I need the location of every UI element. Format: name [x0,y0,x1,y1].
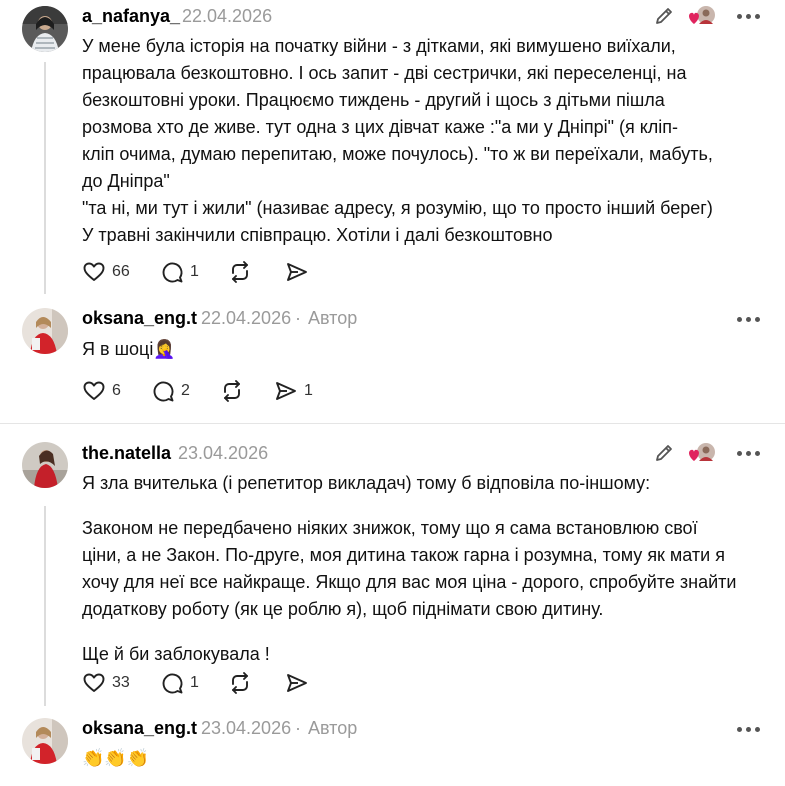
reply-count: 2 [181,382,190,399]
text-line: до Дніпра" [82,171,170,191]
repost-icon [232,261,248,283]
comment-text: Я зла вчителька (і репетитор викладач) т… [82,470,772,668]
comment-text: 👏👏👏 [82,745,772,772]
like-count: 66 [112,263,130,280]
share-count: 1 [304,382,313,399]
more-options-icon[interactable] [737,317,760,322]
reply-count: 1 [190,674,199,691]
text-line: працювала безкоштовно. І ось запит - дві… [82,63,687,83]
edit-pencil-icon[interactable] [653,442,675,469]
author-badge: Автор [308,308,358,328]
post-date[interactable]: 23.04.2026 [178,443,268,464]
text-line: кліп очима, думаю перепитаю, може почуло… [82,144,713,164]
text-line: Я зла вчителька (і репетитор викладач) т… [82,473,651,493]
repost-icon [224,380,240,402]
like-button[interactable]: 33 [82,671,130,695]
repost-icon [232,672,248,694]
reply-count: 1 [190,263,199,280]
liked-by-author-icon [687,5,717,32]
text-line: Законом не передбачено ніяких знижок, то… [82,518,698,538]
repost-button[interactable] [228,671,252,695]
reply-bubble-icon [162,673,183,694]
text-line: "та ні, ми тут і жили" (називає адресу, … [82,198,713,218]
reply-comment-1: oksana_eng.t 22.04.2026 · Автор Я в шоці… [0,300,785,424]
post-date[interactable]: 23.04.2026 [201,718,291,739]
comment-1: a_nafanya_ 22.04.2026 У мене була історі… [0,0,785,300]
post-date[interactable]: 22.04.2026 [201,308,291,329]
more-options-icon[interactable] [737,451,760,456]
share-icon [287,263,307,281]
comment-text: Я в шоці🤦‍♀️ [82,336,772,363]
avatar[interactable] [22,308,68,354]
text-line: У травні закінчили співпрацю. Хотіли і д… [82,225,553,245]
post-date[interactable]: 22.04.2026 [182,6,272,27]
share-icon [276,382,296,400]
repost-button[interactable] [228,260,252,284]
meta-separator: · [295,718,301,738]
share-button[interactable] [285,260,309,284]
like-button[interactable]: 6 [82,379,121,403]
reply-button[interactable]: 1 [160,671,199,695]
liked-by-author-icon [687,442,717,469]
username[interactable]: a_nafanya_ [82,6,180,27]
text-line: хочу для неї все найкраще. Якщо для вас … [82,572,737,592]
more-options-icon[interactable] [737,14,760,19]
text-line: додаткову роботу (як це роблю я), щоб пі… [82,599,604,619]
share-button[interactable]: 1 [274,379,313,403]
username[interactable]: oksana_eng.t [82,308,197,329]
text-line: 👏👏👏 [82,748,150,769]
username[interactable]: the.natella [82,443,171,464]
like-button[interactable]: 66 [82,260,130,284]
like-count: 33 [112,674,130,691]
avatar[interactable] [22,718,68,764]
heart-icon [83,262,105,281]
avatar[interactable] [22,442,68,488]
comment-text: У мене була історія на початку війни - з… [82,33,772,249]
repost-button[interactable] [220,379,244,403]
heart-icon [83,673,105,692]
share-button[interactable] [285,671,309,695]
share-icon [287,674,307,692]
edit-pencil-icon[interactable] [653,5,675,32]
reply-button[interactable]: 1 [160,260,199,284]
avatar[interactable] [22,6,68,52]
text-line: Я в шоці🤦‍♀️ [82,339,176,359]
meta-separator: · [295,308,301,328]
text-line: У мене була історія на початку війни - з… [82,36,676,56]
heart-icon [83,381,105,400]
thread-line [44,62,46,294]
reply-comment-2: oksana_eng.t 23.04.2026 · Автор 👏👏👏 [0,712,785,786]
reply-bubble-icon [153,381,174,402]
text-line: ціни, а не Закон. По-друге, моя дитина т… [82,545,725,565]
more-options-icon[interactable] [737,727,760,732]
like-count: 6 [112,382,121,399]
reply-button[interactable]: 2 [151,379,190,403]
author-badge: Автор [308,718,358,738]
reply-bubble-icon [162,262,183,283]
username[interactable]: oksana_eng.t [82,718,197,739]
text-line: Ще й би заблокувала ! [82,644,270,664]
text-line: розмова хто де живе. тут одна з цих дівч… [82,117,679,137]
text-line: безкоштовні уроки. Працюємо тиждень - др… [82,90,665,110]
comment-2: the.natella 23.04.2026 Я зла вчителька (… [0,424,785,712]
thread-line [44,506,46,706]
